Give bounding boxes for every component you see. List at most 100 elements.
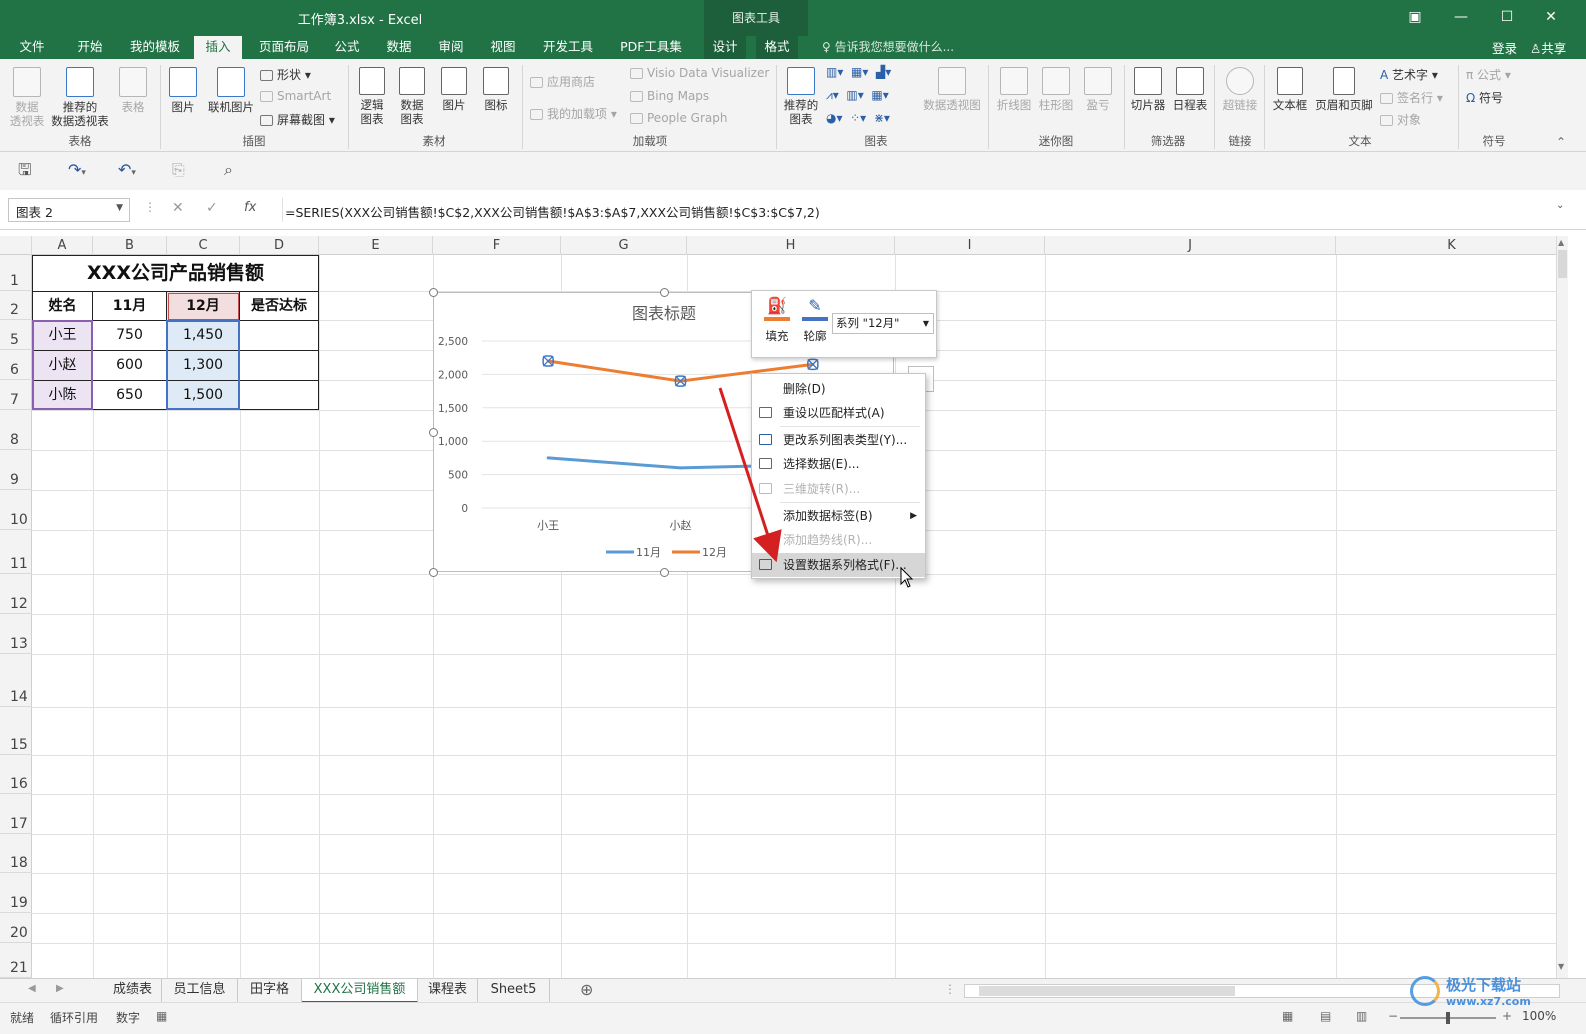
table-button[interactable]: 表格 — [114, 67, 152, 114]
tab-insert[interactable]: 插入 — [194, 36, 242, 59]
cell-dec[interactable]: 1,300 — [167, 351, 240, 381]
column-header[interactable]: F — [433, 236, 561, 255]
prev-sheet-icon[interactable]: ◀ — [28, 983, 36, 994]
sparkline-line-button[interactable]: 折线图 — [994, 67, 1034, 112]
menu-item-format-data-series[interactable]: 设置数据系列格式(F)... — [752, 553, 925, 577]
sheet-tab[interactable]: 成绩表 — [104, 979, 162, 1003]
cell-nov[interactable]: 600 — [93, 351, 167, 381]
row-header[interactable]: 1 — [0, 255, 32, 291]
insert-function-icon[interactable]: fx — [244, 200, 256, 215]
cell-nov[interactable]: 750 — [93, 321, 167, 351]
store-button[interactable]: 应用商店 — [530, 73, 595, 90]
menu-item-change-chart-type[interactable]: 更改系列图表类型(Y)... — [752, 428, 925, 452]
object-button[interactable]: 对象 — [1380, 111, 1421, 128]
tab-format[interactable]: 格式 — [756, 36, 798, 59]
row-header[interactable]: 9 — [0, 450, 32, 490]
share-button[interactable]: ♙共享 — [1530, 38, 1566, 57]
zoom-slider[interactable] — [1400, 1012, 1496, 1024]
pivot-table-button[interactable]: 数据 透视表 — [6, 67, 48, 128]
row-header[interactable]: 13 — [0, 614, 32, 654]
cell-dec[interactable]: 1,450 — [167, 321, 240, 351]
screenshot-button[interactable]: 屏幕截图 ▾ — [260, 111, 335, 128]
tab-data[interactable]: 数据 — [378, 36, 420, 59]
undo-icon[interactable]: ↶▾ — [118, 160, 136, 183]
textbox-button[interactable]: 文本框 — [1270, 67, 1310, 112]
menu-item-add-data-labels[interactable]: 添加数据标签(B) ▶ — [752, 504, 925, 528]
tab-pdf-tools[interactable]: PDF工具集 — [612, 36, 690, 59]
row-header[interactable]: 14 — [0, 654, 32, 707]
column-header[interactable]: D — [240, 236, 319, 255]
row-header[interactable]: 19 — [0, 873, 32, 913]
people-graph-button[interactable]: People Graph — [630, 111, 728, 125]
equation-button[interactable]: π 公式 ▾ — [1466, 66, 1511, 83]
menu-item-delete[interactable]: 删除(D) — [752, 377, 925, 401]
split-handle-icon[interactable]: ⋮ — [944, 982, 956, 996]
row-header[interactable]: 10 — [0, 490, 32, 530]
row-header[interactable]: 20 — [0, 913, 32, 943]
menu-item-reset-style[interactable]: 重设以匹配样式(A) — [752, 401, 925, 425]
row-header[interactable]: 17 — [0, 794, 32, 834]
cancel-icon[interactable]: ✕ — [172, 200, 184, 216]
row-header[interactable]: 8 — [0, 410, 32, 450]
next-sheet-icon[interactable]: ▶ — [56, 983, 64, 994]
resize-handle[interactable] — [429, 428, 438, 437]
redo-icon[interactable]: ↷▾ — [68, 160, 86, 183]
scrollbar-thumb[interactable] — [979, 986, 1235, 996]
enter-icon[interactable]: ✓ — [206, 200, 218, 216]
series-select[interactable]: 系列 "12月" ▼ — [832, 313, 934, 334]
zoom-out-icon[interactable]: − — [1388, 1009, 1398, 1023]
zoom-slider-thumb[interactable] — [1446, 1012, 1450, 1024]
fill-button[interactable]: ⛽ 填充 — [760, 297, 794, 344]
copy-icon[interactable]: ⎘ — [172, 160, 185, 180]
row-header[interactable]: 5 — [0, 320, 32, 350]
picture-button[interactable]: 图片 — [166, 67, 200, 114]
sheet-tab[interactable]: Sheet5 — [478, 979, 550, 1003]
column-header[interactable]: C — [167, 236, 240, 255]
header-nov[interactable]: 11月 — [93, 292, 167, 321]
menu-item-select-data[interactable]: 选择数据(E)... — [752, 452, 925, 476]
tab-design[interactable]: 设计 — [704, 36, 746, 59]
add-sheet-icon[interactable]: ⊕ — [580, 980, 593, 999]
menu-item-3d-rotation[interactable]: 三维旋转(R)... — [752, 477, 925, 501]
sparkline-column-button[interactable]: 柱形图 — [1036, 67, 1076, 112]
name-box[interactable]: 图表 2 ▼ — [8, 198, 130, 222]
resize-handle[interactable] — [660, 568, 669, 577]
tab-home[interactable]: 开始 — [66, 36, 114, 59]
wordart-button[interactable]: A 艺术字 ▾ — [1380, 66, 1438, 83]
row-header[interactable]: 6 — [0, 350, 32, 380]
formula-input[interactable]: =SERIES(XXX公司销售额!$C$2,XXX公司销售额!$A$3:$A$7… — [282, 198, 1578, 222]
scroll-up-icon[interactable]: ▲ — [1558, 238, 1564, 247]
chevron-down-icon[interactable]: ▼ — [116, 203, 123, 213]
normal-view-icon[interactable]: ▦ — [1282, 1009, 1293, 1023]
symbol-button[interactable]: Ω 符号 — [1466, 89, 1503, 106]
my-addins-button[interactable]: 我的加载项 ▾ — [530, 105, 617, 122]
header-footer-button[interactable]: 页眉和页脚 — [1312, 67, 1376, 112]
pivot-chart-button[interactable]: 数据透视图 — [922, 67, 982, 112]
column-header[interactable]: A — [32, 236, 93, 255]
ribbon-display-options-icon[interactable]: ▣ — [1402, 6, 1428, 28]
row-header[interactable]: 12 — [0, 574, 32, 614]
column-header[interactable]: J — [1045, 236, 1336, 255]
row-header[interactable]: 2 — [0, 291, 32, 320]
tab-page-layout[interactable]: 页面布局 — [252, 36, 316, 59]
table-title-cell[interactable]: XXX公司产品销售额 — [32, 255, 319, 291]
pie-chart-button[interactable]: ◕▾ ⁘▾ ⋇▾ — [826, 111, 890, 125]
cell-target[interactable] — [240, 321, 318, 351]
header-dec[interactable]: 12月 — [167, 292, 240, 321]
tell-me-search[interactable]: ♀ 告诉我您想要做什么... — [822, 38, 954, 55]
column-header[interactable]: G — [561, 236, 687, 255]
scroll-down-icon[interactable]: ▼ — [1558, 962, 1564, 971]
tab-formulas[interactable]: 公式 — [326, 36, 368, 59]
line-chart-button[interactable]: ⩘▾ ▥▾ ▦▾ — [826, 88, 889, 103]
column-header[interactable]: I — [895, 236, 1045, 255]
tab-review[interactable]: 审阅 — [430, 36, 472, 59]
row-header[interactable]: 16 — [0, 755, 32, 794]
visio-button[interactable]: Visio Data Visualizer — [630, 66, 769, 80]
recommended-pivot-button[interactable]: 推荐的 数据透视表 — [48, 67, 112, 128]
header-target[interactable]: 是否达标 — [240, 292, 318, 321]
icons-button[interactable]: 图标 — [478, 67, 514, 112]
tab-my-templates[interactable]: 我的模板 — [124, 36, 186, 59]
column-chart-button[interactable]: ▥▾ ▦▾ ▟▾ — [826, 65, 891, 79]
resize-handle[interactable] — [429, 568, 438, 577]
page-layout-view-icon[interactable]: ▤ — [1320, 1009, 1331, 1023]
